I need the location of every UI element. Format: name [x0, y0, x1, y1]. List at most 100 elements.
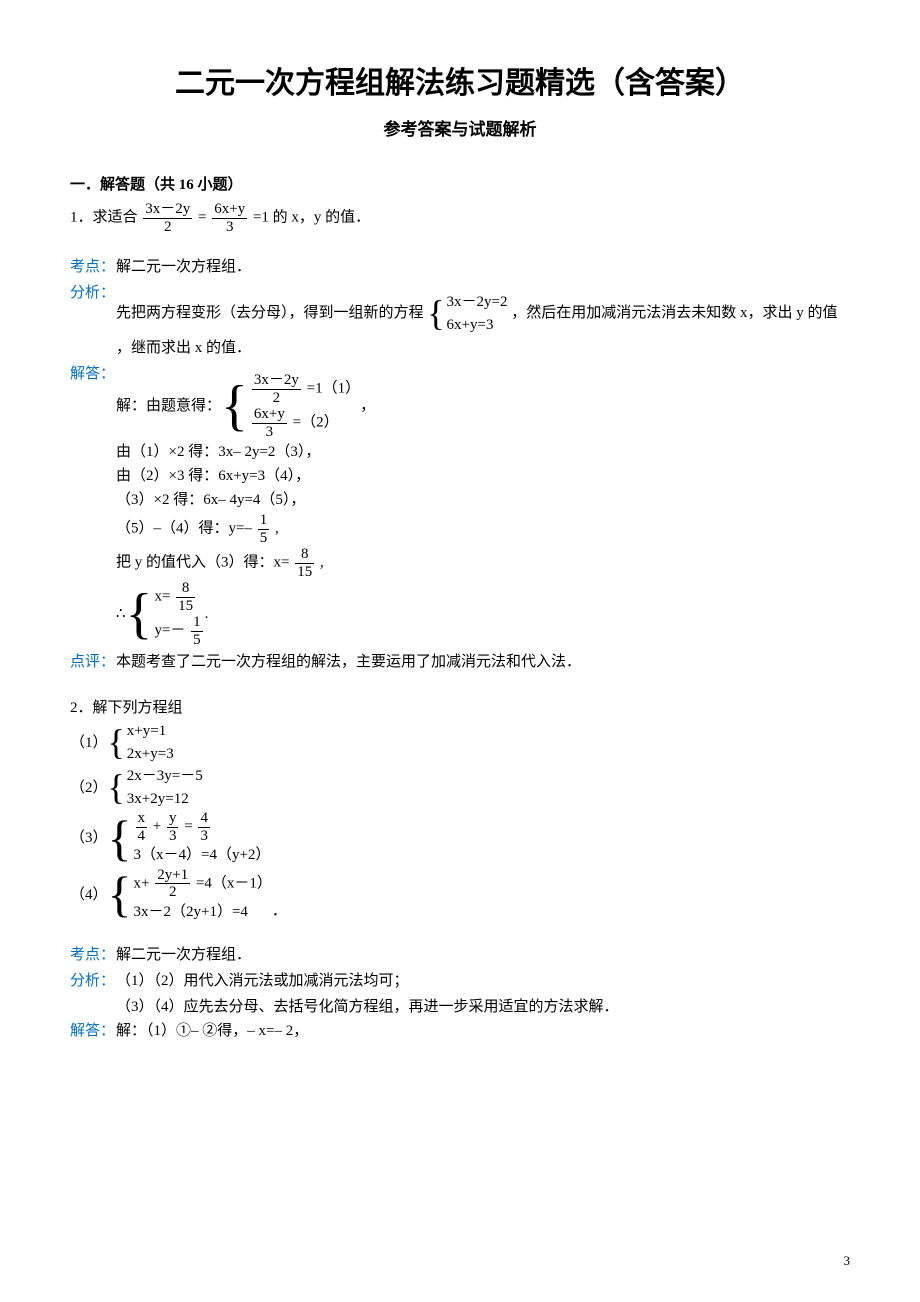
frac-num: 4 — [198, 810, 210, 828]
q2-p2-label: （2） — [70, 776, 108, 800]
q1-step2: 由（2）×3 得：6x+y=3（4）， — [116, 464, 850, 488]
jieda-label: 解答： — [70, 1019, 116, 1043]
left-brace-icon: { — [108, 771, 125, 803]
frac: y3 — [167, 810, 179, 844]
comma: , — [320, 555, 324, 571]
frac-den: 3 — [167, 828, 179, 845]
comma: ， — [360, 394, 375, 418]
frac-den: 5 — [191, 632, 203, 649]
frac-num: 6x+y — [252, 406, 287, 424]
eq: = — [184, 819, 192, 835]
period: . — [205, 602, 209, 626]
page-title: 二元一次方程组解法练习题精选（含答案） — [70, 60, 850, 108]
frac-den: 15 — [295, 564, 314, 581]
q1-stem: 1．求适合 3x－2y 2 = 6x+y 3 =1 的 x，y 的值． — [70, 201, 850, 235]
frac-den: 3 — [198, 828, 210, 845]
q2-p1-a: x+y=1 — [127, 720, 174, 743]
q1-jieda: 解：由题意得： { 3x－2y 2 =1（1） 6x+y 3 — [116, 362, 850, 648]
comma: , — [275, 521, 279, 537]
q2-part3: （3） { x4 + y3 = 43 3（x－4）=4（y+2） — [70, 810, 270, 867]
q1-fenxi-system: { 3x－2y=2 6x+y=3 — [427, 291, 507, 336]
q2-part2: （2） { 2x－3y=－5 3x+2y=12 — [70, 765, 203, 810]
q2-p3-label: （3） — [70, 826, 108, 850]
frac-den: 2 — [155, 884, 190, 901]
left-brace-icon: { — [427, 297, 444, 329]
q1-step4-prefix: （5）–（4）得：y=– — [116, 521, 252, 537]
q2-part4: （4） { x+ 2y+12 =4（x－1） 3x－2（2y+1）=4 ． — [70, 867, 287, 924]
q2-p1-label: （1） — [70, 731, 108, 755]
section-heading: 一．解答题（共 16 小题） — [70, 173, 850, 197]
frac-num: 8 — [295, 546, 314, 564]
q1-step5-frac: 8 15 — [295, 546, 314, 580]
q1-stem-suffix: =1 的 x，y 的值． — [253, 210, 370, 226]
fenxi-label: 分析： — [70, 281, 116, 305]
frac: 2y+12 — [155, 867, 190, 901]
left-brace-icon: { — [108, 726, 125, 758]
q1-final-system: { x= 8 15 y=－ 1 5 — [126, 580, 205, 648]
kaodian-label: 考点： — [70, 943, 116, 967]
frac-num: 2y+1 — [155, 867, 190, 885]
q1-dianping: 本题考查了二元一次方程组的解法，主要运用了加减消元法和代入法． — [116, 650, 850, 674]
q1-fenxi-mid: ，然后在用加减消元法消去未知数 x，求出 y 的值 — [511, 305, 837, 321]
period: ． — [272, 899, 287, 923]
page-subtitle: 参考答案与试题解析 — [70, 116, 850, 143]
q1-fenxi-sys-b: 6x+y=3 — [447, 314, 508, 337]
q2-fenxi2: （3）（4）应先去分母、去括号化简方程组，再进一步采用适宜的方法求解． — [70, 995, 850, 1019]
q1-frac2: 6x+y 3 — [212, 201, 247, 235]
q1-frac1-den: 2 — [143, 219, 192, 236]
q2-p4-a-pre: x+ — [134, 875, 150, 891]
q1-final-b-pre: y=－ — [154, 623, 185, 639]
frac-num: 1 — [191, 614, 203, 632]
therefore: ∴ — [116, 602, 126, 626]
q1-frac1: 3x－2y 2 — [143, 201, 192, 235]
q2-p2-b: 3x+2y=12 — [127, 788, 203, 811]
q1-final-b-frac: 1 5 — [191, 614, 203, 648]
left-brace-icon: { — [108, 816, 132, 861]
q1-frac2-den: 3 — [212, 219, 247, 236]
q1-frac2-num: 6x+y — [212, 201, 247, 219]
plus: + — [153, 819, 161, 835]
q1-jieda-system: { 3x－2y 2 =1（1） 6x+y 3 =（2 — [221, 372, 360, 440]
q1-final-a-frac: 8 15 — [176, 580, 195, 614]
q1-step3: （3）×2 得：6x– 4y=4（5）， — [116, 488, 850, 512]
q2-p4-label: （4） — [70, 883, 108, 907]
eq-sign: = — [198, 210, 206, 226]
frac: 43 — [198, 810, 210, 844]
q1-jieda-prefix: 解：由题意得： — [116, 394, 221, 418]
page-number: 3 — [844, 1251, 851, 1272]
q1-step4-frac: 1 5 — [258, 512, 270, 546]
q2-p4-a-post: =4（x－1） — [196, 875, 272, 891]
q1-fenxi-tail: ，继而求出 x 的值． — [116, 336, 850, 360]
q2-p1-b: 2x+y=3 — [127, 743, 174, 766]
dianping-label: 点评： — [70, 650, 116, 674]
frac-num: y — [167, 810, 179, 828]
frac-num: x — [136, 810, 148, 828]
frac-num: 8 — [176, 580, 195, 598]
q1-jieda-sys-a-tail: =1（1） — [307, 381, 360, 397]
q2-stem: 2．解下列方程组 — [70, 696, 850, 720]
left-brace-icon: { — [126, 589, 153, 639]
q2-p3-b: 3（x－4）=4（y+2） — [134, 844, 271, 867]
frac-den: 5 — [258, 530, 270, 547]
frac-den: 15 — [176, 598, 195, 615]
q2-jieda: 解：（1）①– ②得，– x=– 2， — [116, 1019, 850, 1043]
q1-stem-prefix: 1．求适合 — [70, 210, 138, 226]
frac-num: 3x－2y — [252, 372, 301, 390]
q1-jieda-sys-a-frac: 3x－2y 2 — [252, 372, 301, 406]
frac-num: 1 — [258, 512, 270, 530]
q1-fenxi-prefix: 先把两方程变形（去分母），得到一组新的方程 — [116, 305, 424, 321]
q1-step5-prefix: 把 y 的值代入（3）得：x= — [116, 555, 289, 571]
q1-jieda-sys-b-frac: 6x+y 3 — [252, 406, 287, 440]
q1-kaodian: 解二元一次方程组． — [116, 255, 850, 279]
q1-jieda-sys-b-tail: =（2） — [293, 415, 339, 431]
q1-frac1-num: 3x－2y — [143, 201, 192, 219]
q1-final-a-pre: x= — [154, 589, 170, 605]
kaodian-label: 考点： — [70, 255, 116, 279]
q2-p4-b: 3x－2（2y+1）=4 — [134, 901, 272, 924]
q1-fenxi: 先把两方程变形（去分母），得到一组新的方程 { 3x－2y=2 6x+y=3 ，… — [116, 281, 850, 360]
q2-fenxi1: （1）（2）用代入消元法或加减消元法均可； — [116, 969, 850, 993]
q2-part1: （1） { x+y=1 2x+y=3 — [70, 720, 174, 765]
left-brace-icon: { — [108, 872, 132, 917]
frac-den: 3 — [252, 424, 287, 441]
jieda-label: 解答： — [70, 362, 116, 386]
